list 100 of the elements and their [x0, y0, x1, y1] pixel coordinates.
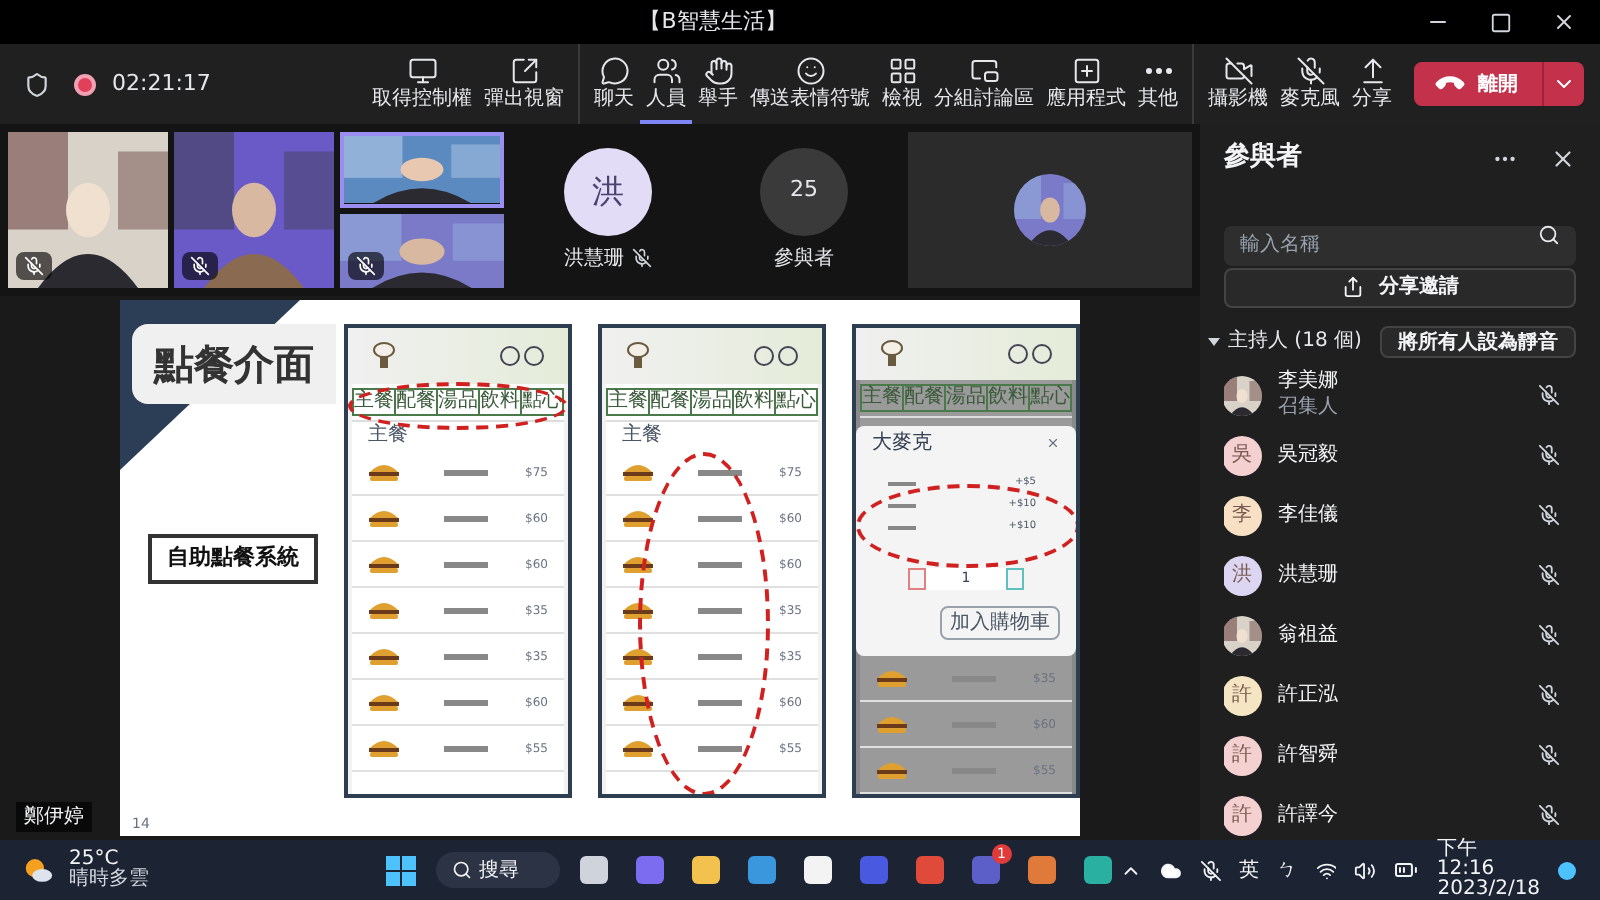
- menu-tab[interactable]: 湯品: [692, 390, 732, 414]
- decrease-button[interactable]: [908, 568, 926, 590]
- weather-icon: [24, 856, 54, 884]
- text-line-drawing: [698, 745, 742, 751]
- section-header[interactable]: 主持人 (18 個): [1208, 326, 1362, 357]
- participant-row[interactable]: 李 李佳儀: [1224, 485, 1576, 546]
- windows-icon[interactable]: [385, 855, 416, 885]
- menu-tab[interactable]: 飲料: [734, 390, 774, 414]
- text-line-drawing: [698, 561, 742, 567]
- avatar: 25: [760, 147, 848, 235]
- ime-mode[interactable]: ㄅ: [1277, 855, 1298, 885]
- avatar: 許: [1224, 735, 1262, 776]
- text-line-drawing: [888, 481, 916, 485]
- burger-icon: [368, 554, 400, 574]
- cloud-icon[interactable]: [1159, 859, 1182, 881]
- share-icon: [1341, 276, 1363, 299]
- text-line-drawing: [698, 515, 742, 521]
- menu-tab[interactable]: 飲料: [480, 390, 520, 414]
- menu-tab[interactable]: 配餐: [650, 390, 690, 414]
- participant-name: 許正泓: [1278, 683, 1340, 709]
- mic-off-icon[interactable]: [1199, 859, 1222, 881]
- burger-icon: [622, 600, 654, 620]
- burger-icon: [622, 646, 654, 666]
- toolbar-button[interactable]: 彈出視窗: [478, 44, 570, 124]
- mute-all-button[interactable]: 將所有人設為靜音: [1380, 325, 1576, 358]
- slide-title: 點餐介面: [132, 324, 336, 404]
- presenter-name: 鄭伊婷: [16, 802, 92, 832]
- toolbar-button[interactable]: 舉手: [692, 44, 744, 124]
- text-line-drawing: [698, 607, 742, 613]
- avatar: 洪: [564, 147, 652, 235]
- participant-name: 翁祖益: [1278, 623, 1340, 649]
- burger-icon: [622, 738, 654, 758]
- burger-icon: [622, 554, 654, 574]
- participant-row[interactable]: 翁祖益: [1224, 605, 1576, 666]
- toolbar-button[interactable]: 傳送表情符號: [744, 44, 876, 124]
- close-icon[interactable]: [1552, 10, 1576, 34]
- text-line-drawing: [444, 745, 488, 751]
- text-line-drawing: [444, 515, 488, 521]
- participant-row[interactable]: 許 許譯今: [1224, 785, 1576, 840]
- participant-row[interactable]: 洪 洪慧珊: [1224, 545, 1576, 606]
- toolbar-button[interactable]: 應用程式: [1040, 44, 1132, 124]
- meeting-timer: 02:21:17: [112, 67, 211, 100]
- close-icon[interactable]: [1550, 145, 1576, 171]
- plus-square-icon: [1071, 55, 1101, 85]
- clock-date[interactable]: 2023/2/18: [1437, 880, 1541, 900]
- maximize-icon[interactable]: [1490, 11, 1512, 33]
- panel-title: 參與者: [1224, 140, 1302, 177]
- text-line-drawing: [698, 653, 742, 659]
- menu-tab[interactable]: 湯品: [438, 390, 478, 414]
- grid-icon: [887, 55, 917, 85]
- camera-off-icon: [1223, 55, 1253, 85]
- temperature: 25°C: [69, 850, 119, 870]
- toolbar-button[interactable]: 其他: [1132, 44, 1184, 124]
- toolbar-button[interactable]: 取得控制權: [366, 44, 478, 124]
- toolbar-button[interactable]: 分組討論區: [928, 44, 1040, 124]
- burger-icon: [622, 462, 654, 482]
- taskbar-search[interactable]: 搜尋: [435, 852, 560, 888]
- share-invite-button[interactable]: 分享邀請: [1224, 268, 1576, 308]
- text-line-drawing: [444, 699, 488, 705]
- caret-icon: [1208, 337, 1220, 346]
- text-line-drawing: [444, 607, 488, 613]
- search-field[interactable]: 輸入名稱: [1224, 225, 1576, 265]
- toolbar-button[interactable]: 檢視: [876, 44, 928, 124]
- slide-label: 自助點餐系統: [148, 534, 318, 583]
- burger-icon: [876, 668, 908, 688]
- clock-time[interactable]: 下午 12:16: [1436, 840, 1541, 880]
- participant-row[interactable]: 李美娜 召集人: [1224, 365, 1576, 426]
- menu-tab[interactable]: 點心: [776, 390, 816, 414]
- burger-icon: [368, 646, 400, 666]
- shield-icon: [24, 71, 50, 97]
- participant-row[interactable]: 吳 吳冠毅: [1224, 425, 1576, 486]
- burger-icon: [368, 692, 400, 712]
- menu-tab[interactable]: 主餐: [608, 390, 648, 414]
- toolbar-button[interactable]: 分享: [1346, 44, 1398, 124]
- add-to-cart-button[interactable]: 加入購物車: [940, 606, 1060, 640]
- burger-icon: [622, 508, 654, 528]
- avatar: 洪: [1224, 555, 1262, 596]
- popout-icon: [509, 55, 539, 85]
- window-title: 【B智慧生活】: [639, 5, 787, 38]
- participant-name: 許智舜: [1278, 743, 1340, 769]
- participant-name: 許譯今: [1278, 803, 1340, 829]
- wifi-icon[interactable]: [1315, 859, 1337, 881]
- volume-icon[interactable]: [1354, 859, 1377, 881]
- text-line-drawing: [698, 469, 742, 475]
- toolbar-button[interactable]: 攝影機: [1202, 44, 1274, 124]
- smile-icon: [795, 55, 825, 85]
- burger-icon: [622, 692, 654, 712]
- participant-row[interactable]: 許 許智舜: [1224, 725, 1576, 786]
- search-icon[interactable]: [1538, 224, 1560, 246]
- upload-icon: [1357, 55, 1387, 85]
- toolbar-button[interactable]: 麥克風: [1274, 44, 1346, 124]
- battery-icon[interactable]: [1394, 858, 1419, 882]
- mic-off-icon: [1295, 55, 1325, 85]
- text-line-drawing: [698, 699, 742, 705]
- toolbar-button[interactable]: 聊天: [588, 44, 640, 124]
- ime-indicator[interactable]: 英: [1239, 855, 1260, 885]
- text-line-drawing: [444, 561, 488, 567]
- menu-tab[interactable]: 配餐: [396, 390, 436, 414]
- participant-row[interactable]: 許 許正泓: [1224, 665, 1576, 726]
- text-line-drawing: [444, 469, 488, 475]
